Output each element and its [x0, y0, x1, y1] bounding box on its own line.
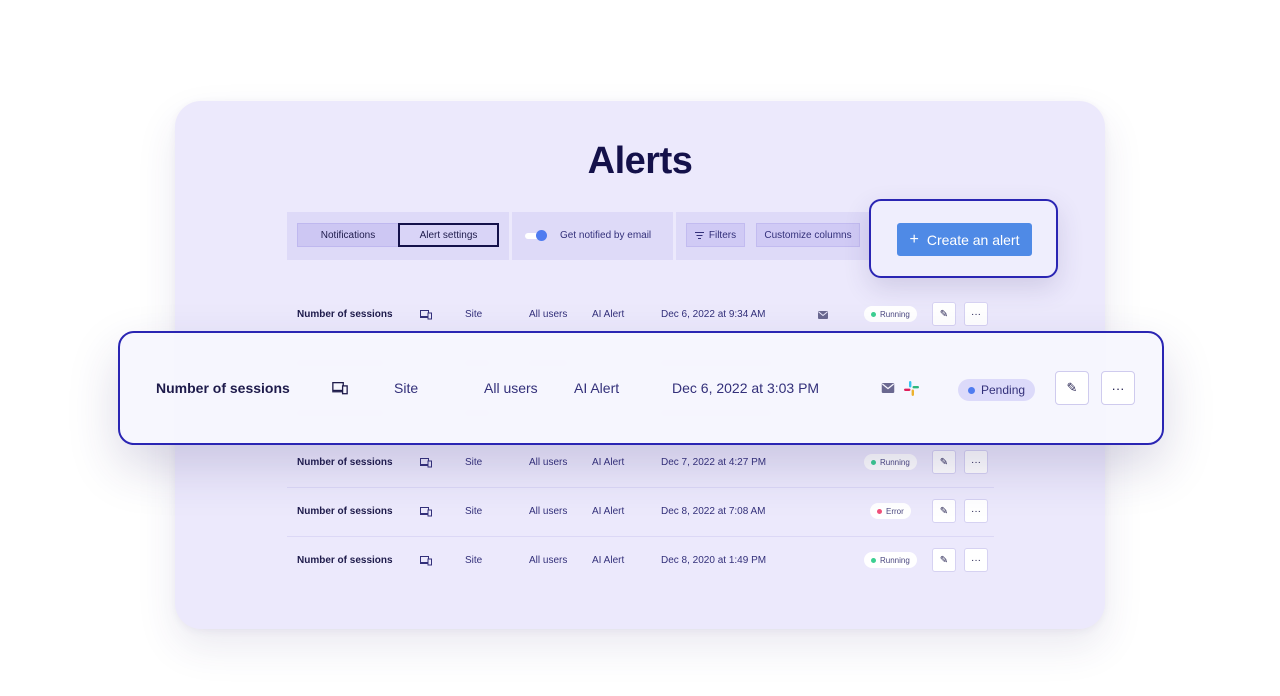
table-row[interactable]: Number of sessions Site All users AI Ale…: [287, 487, 994, 536]
edit-button[interactable]: ✎: [932, 450, 956, 474]
customize-columns-button[interactable]: Customize columns: [756, 223, 860, 247]
row-metric-name: Number of sessions: [297, 457, 393, 468]
status-dot: [871, 311, 876, 317]
status-label: Running: [880, 457, 910, 467]
status-dot: [877, 508, 882, 514]
featured-users: All users: [484, 380, 538, 396]
create-alert-label: Create an alert: [926, 231, 1020, 248]
toolbar-divider: [509, 212, 512, 260]
more-icon: ···: [971, 554, 981, 566]
toolbar: Notifications Alert settings Get notifie…: [287, 212, 869, 260]
status-label: Error: [886, 506, 904, 516]
table-row[interactable]: Number of sessions Site All users AI Ale…: [287, 536, 994, 585]
status-label: Pending: [981, 383, 1026, 397]
create-alert-highlight: + Create an alert: [869, 199, 1058, 278]
more-button[interactable]: ···: [964, 499, 988, 523]
row-date: Dec 8, 2022 at 7:08 AM: [661, 506, 766, 517]
more-icon: ···: [971, 505, 981, 517]
featured-alert-type: AI Alert: [574, 380, 620, 396]
more-icon: ···: [971, 456, 981, 468]
featured-alert-row[interactable]: Number of sessions Site All users AI Ale…: [118, 331, 1164, 445]
more-button[interactable]: ···: [964, 302, 988, 326]
featured-scope: Site: [394, 380, 419, 396]
row-alert-type: AI Alert: [592, 555, 625, 566]
filters-label: Filters: [708, 229, 737, 241]
devices-icon: [332, 333, 348, 443]
status-dot: [968, 386, 975, 394]
pencil-icon: ✎: [939, 456, 949, 468]
more-button[interactable]: ···: [1101, 371, 1135, 405]
featured-metric-name: Number of sessions: [156, 380, 290, 396]
row-users: All users: [529, 555, 568, 566]
devices-icon: [420, 487, 432, 536]
filters-button[interactable]: Filters: [686, 223, 745, 247]
more-button[interactable]: ···: [964, 548, 988, 572]
edit-button[interactable]: ✎: [932, 548, 956, 572]
status-dot: [871, 557, 876, 563]
slack-icon: [904, 333, 919, 443]
tab-notifications[interactable]: Notifications: [297, 223, 399, 247]
row-users: All users: [529, 506, 568, 517]
row-scope: Site: [465, 457, 483, 468]
status-badge: Running: [864, 306, 917, 322]
pencil-icon: ✎: [939, 308, 949, 320]
row-scope: Site: [465, 555, 483, 566]
pencil-icon: ✎: [939, 505, 949, 517]
email-toggle[interactable]: [525, 230, 547, 241]
row-metric-name: Number of sessions: [297, 555, 393, 566]
devices-icon: [420, 536, 432, 585]
toggle-knob: [536, 230, 547, 241]
row-alert-type: AI Alert: [592, 506, 625, 517]
row-metric-name: Number of sessions: [297, 506, 393, 517]
edit-button[interactable]: ✎: [1055, 371, 1089, 405]
status-badge: Pending: [958, 379, 1036, 401]
table-row[interactable]: Number of sessions Site All users AI Ale…: [287, 438, 994, 487]
row-scope: Site: [465, 506, 483, 517]
more-icon: ···: [1111, 380, 1125, 396]
status-badge: Error: [870, 503, 911, 519]
status-label: Running: [880, 555, 910, 565]
row-users: All users: [529, 457, 568, 468]
status-label: Running: [880, 309, 910, 319]
status-dot: [871, 459, 876, 465]
mail-icon: [881, 333, 895, 443]
row-alert-type: AI Alert: [592, 457, 625, 468]
pencil-icon: ✎: [1066, 380, 1078, 395]
toolbar-divider: [673, 212, 676, 260]
row-date: Dec 8, 2020 at 1:49 PM: [661, 555, 767, 566]
edit-button[interactable]: ✎: [932, 302, 956, 326]
status-badge: Running: [864, 552, 917, 568]
email-toggle-label: Get notified by email: [560, 229, 652, 241]
plus-icon: +: [909, 230, 919, 248]
create-alert-button[interactable]: + Create an alert: [897, 223, 1032, 256]
edit-button[interactable]: ✎: [932, 499, 956, 523]
tab-alert-settings[interactable]: Alert settings: [398, 223, 499, 247]
row-date: Dec 7, 2022 at 4:27 PM: [661, 457, 767, 468]
filter-icon: [694, 231, 704, 239]
more-icon: ···: [971, 308, 981, 320]
status-badge: Running: [864, 454, 917, 470]
devices-icon: [420, 438, 432, 487]
more-button[interactable]: ···: [964, 450, 988, 474]
featured-date: Dec 6, 2022 at 3:03 PM: [672, 380, 820, 396]
page-title: Alerts: [587, 140, 693, 182]
pencil-icon: ✎: [939, 554, 949, 566]
